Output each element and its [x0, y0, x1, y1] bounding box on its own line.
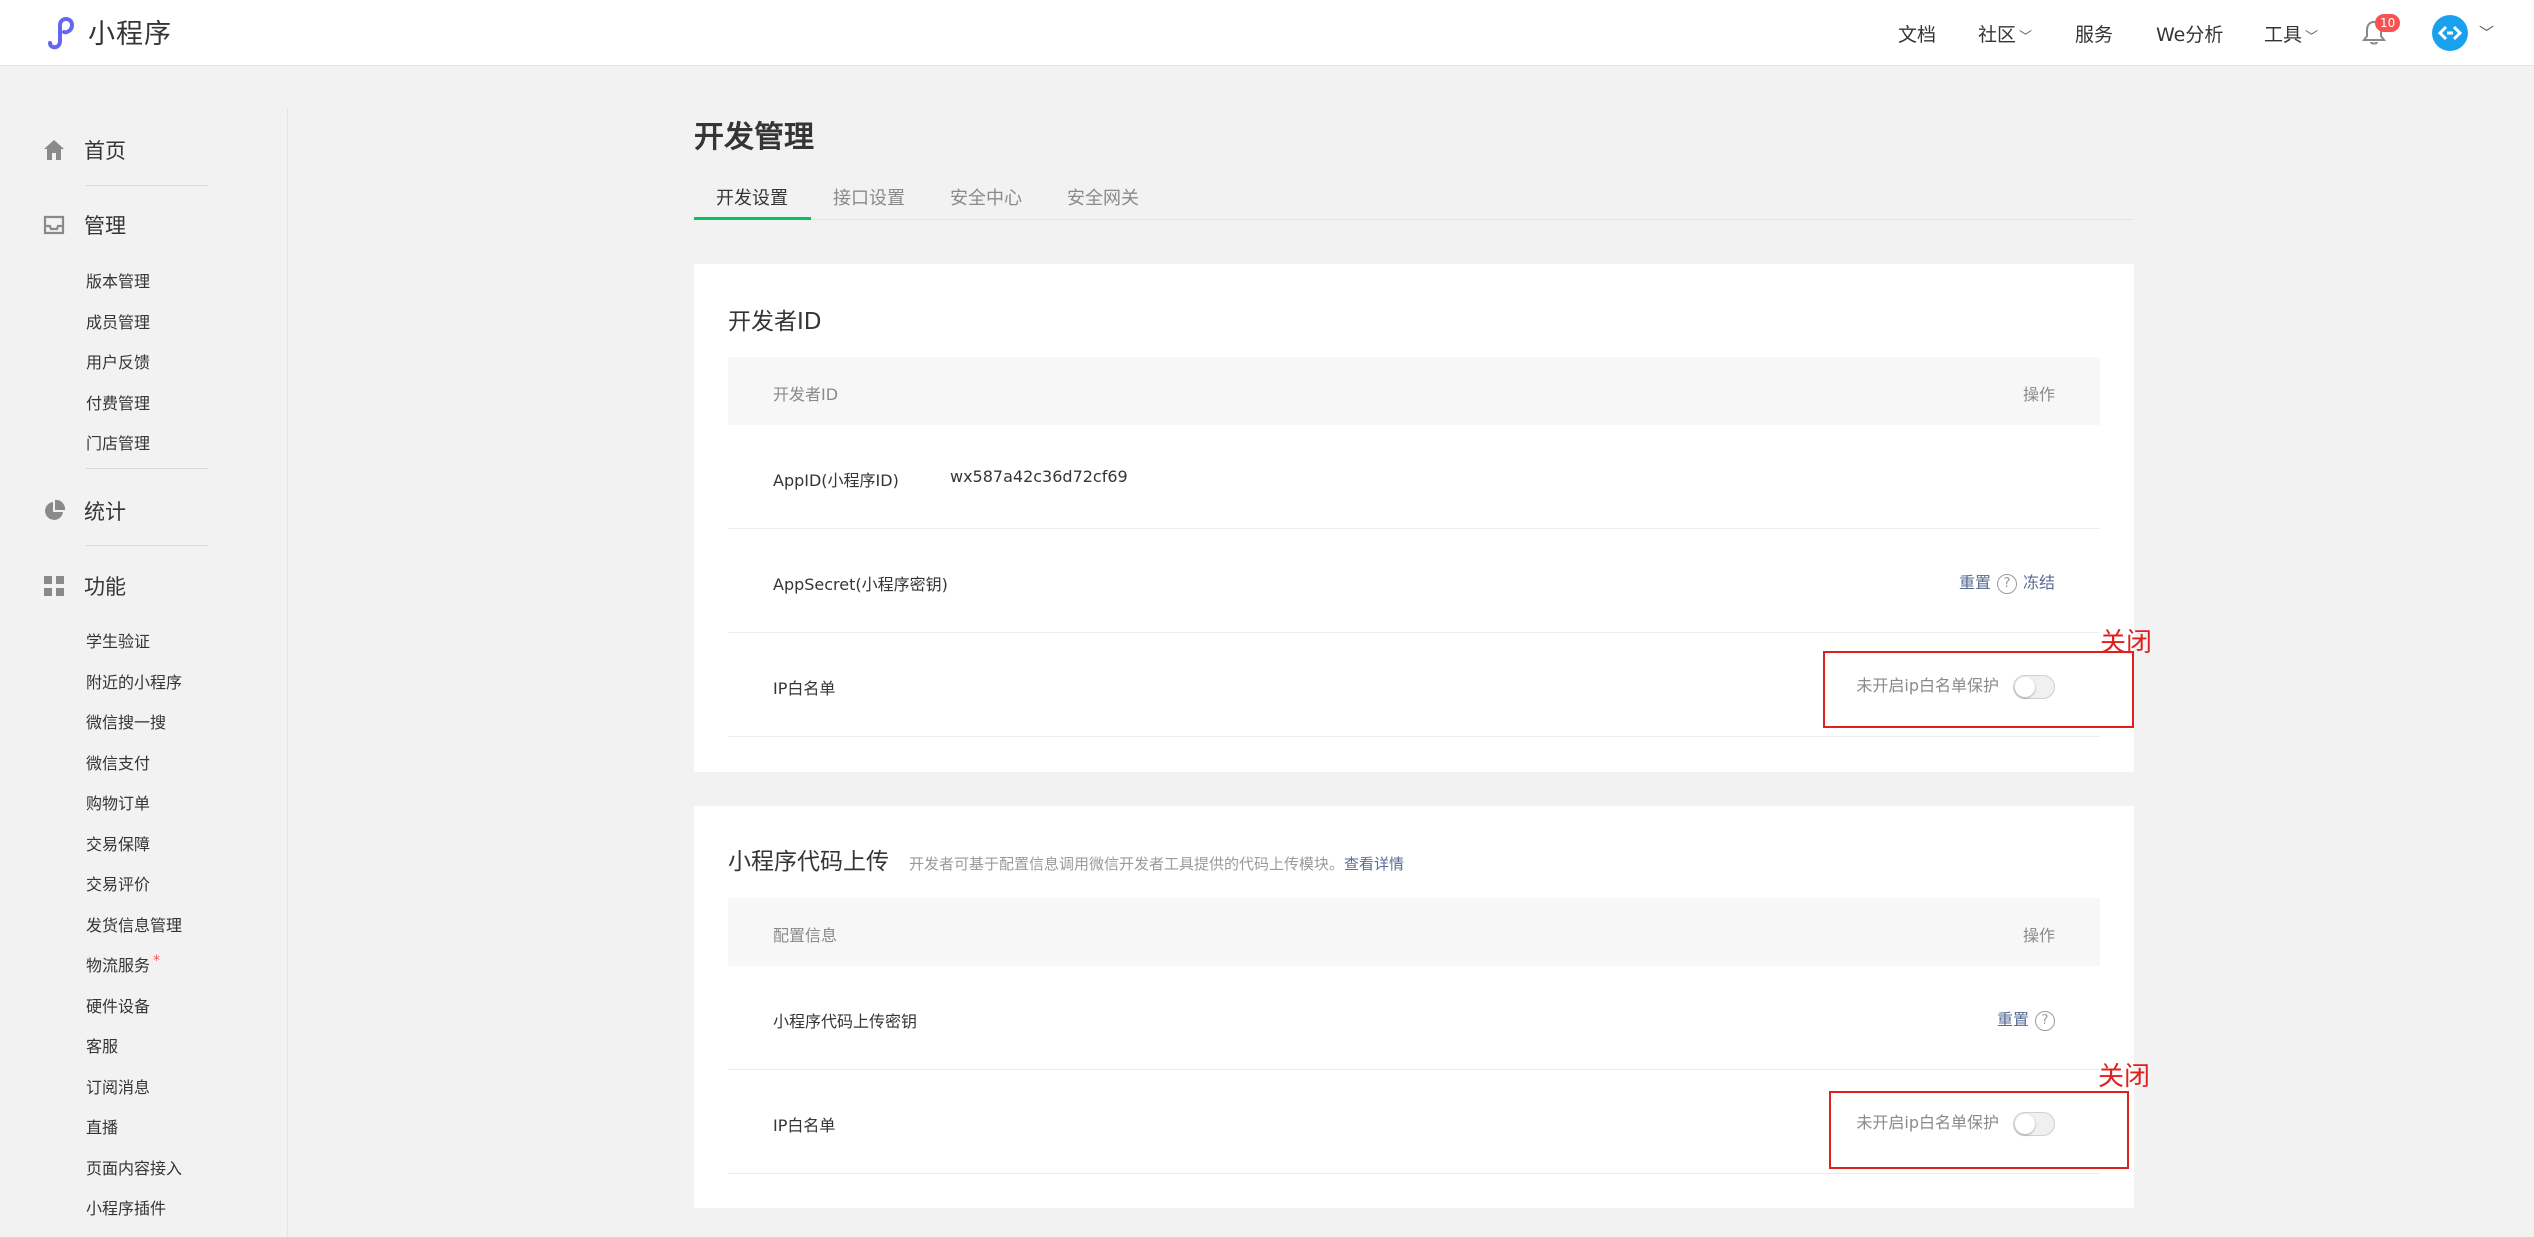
sidebar-item-version[interactable]: 版本管理 — [86, 268, 150, 292]
active-tab-indicator — [694, 217, 811, 220]
annotation-label: 关闭 — [2100, 628, 2153, 658]
sidebar-item-logistics-label: 物流服务 — [86, 956, 151, 975]
tab-api-settings[interactable]: 接口设置 — [833, 184, 905, 210]
tab-security-center[interactable]: 安全中心 — [950, 184, 1022, 210]
chevron-down-icon: ﹀ — [2305, 30, 2319, 45]
top-navbar: 小程序 文档 社区 ﹀ 服务 We分析 工具 ﹀ 10 ﹀ — [0, 0, 2534, 66]
sidebar-item-search[interactable]: 微信搜一搜 — [86, 709, 166, 733]
annotation-box — [1823, 651, 2134, 728]
logo-text: 小程序 — [88, 19, 172, 50]
upload-key-actions: 重置? — [1997, 1006, 2055, 1031]
help-icon[interactable]: ? — [2035, 1010, 2055, 1031]
upload-key-label: 小程序代码上传密钥 — [773, 1012, 918, 1031]
sidebar-stats[interactable]: 统计 — [42, 496, 126, 526]
nav-community-label: 社区 — [1978, 24, 2017, 46]
sidebar-item-trade-guarantee[interactable]: 交易保障 — [86, 831, 150, 855]
annotation-box — [1829, 1091, 2129, 1169]
table-row-upload-key: 小程序代码上传密钥 重置? — [728, 966, 2100, 1070]
sidebar-item-wechat-pay[interactable]: 微信支付 — [86, 750, 150, 774]
appsecret-label: AppSecret(小程序密钥) — [773, 575, 948, 594]
column-header-action: 操作 — [2022, 385, 2055, 404]
reset-link[interactable]: 重置 — [1997, 1010, 2029, 1029]
new-dot-marker: * — [153, 953, 161, 969]
sidebar-item-plugins[interactable]: 小程序插件 — [86, 1195, 166, 1219]
sidebar-item-members[interactable]: 成员管理 — [86, 309, 150, 333]
help-icon[interactable]: ? — [1996, 573, 2017, 594]
avatar-logo-icon — [2437, 25, 2463, 41]
nav-tools[interactable]: 工具 ﹀ — [2264, 20, 2318, 47]
sidebar-home[interactable]: 首页 — [42, 135, 126, 165]
column-header-id: 开发者ID — [773, 385, 839, 404]
sidebar-features[interactable]: 功能 — [42, 571, 126, 601]
nav-we-analytics[interactable]: We分析 — [2156, 20, 2223, 47]
sidebar-divider — [86, 468, 208, 469]
card-description-text: 开发者可基于配置信息调用微信开发者工具提供的代码上传模块。 — [909, 855, 1345, 873]
reset-link[interactable]: 重置 — [1959, 573, 1991, 592]
sidebar-item-hardware[interactable]: 硬件设备 — [86, 993, 150, 1017]
freeze-link[interactable]: 冻结 — [2023, 573, 2055, 592]
sidebar-stats-label: 统计 — [84, 500, 126, 524]
sidebar-item-page-content[interactable]: 页面内容接入 — [86, 1155, 182, 1179]
nav-docs[interactable]: 文档 — [1898, 20, 1936, 47]
view-details-link[interactable]: 查看详情 — [1344, 855, 1404, 873]
sidebar-manage-label: 管理 — [84, 214, 126, 238]
ip-whitelist-label: IP白名单 — [773, 1116, 836, 1135]
pie-chart-icon — [45, 499, 66, 520]
card-title: 开发者ID — [728, 309, 822, 335]
sidebar-item-logistics[interactable]: 物流服务 * — [86, 952, 160, 976]
tab-bar: 开发设置 接口设置 安全中心 安全网关 — [694, 180, 2134, 220]
nav-tools-label: 工具 — [2264, 24, 2303, 46]
notification-badge: 10 — [2375, 14, 2401, 32]
sidebar-features-label: 功能 — [84, 575, 126, 599]
nav-services[interactable]: 服务 — [2075, 20, 2113, 47]
sidebar-item-payment[interactable]: 付费管理 — [86, 390, 150, 414]
card-description: 开发者可基于配置信息调用微信开发者工具提供的代码上传模块。查看详情 — [909, 855, 1404, 873]
sidebar-item-customer-service[interactable]: 客服 — [86, 1033, 118, 1057]
table-row-appid: AppID(小程序ID) wx587a42c36d72cf69 — [728, 425, 2100, 529]
table-header: 开发者ID 操作 — [728, 357, 2100, 425]
nav-docs-label: 文档 — [1898, 24, 1937, 46]
sidebar-item-trade-review[interactable]: 交易评价 — [86, 871, 150, 895]
page-title: 开发管理 — [694, 120, 814, 155]
sidebar-divider — [86, 185, 208, 186]
sidebar-item-stores[interactable]: 门店管理 — [86, 430, 150, 454]
sidebar-item-nearby[interactable]: 附近的小程序 — [86, 669, 182, 693]
annotation-label: 关闭 — [2098, 1062, 2151, 1092]
nav-community[interactable]: 社区 ﹀ — [1978, 20, 2032, 47]
avatar[interactable] — [2432, 15, 2468, 51]
sidebar-manage[interactable]: 管理 — [42, 210, 126, 240]
sidebar-item-orders[interactable]: 购物订单 — [86, 790, 150, 814]
home-icon — [44, 140, 64, 160]
nav-services-label: 服务 — [2075, 24, 2114, 46]
sidebar-divider — [86, 545, 208, 546]
tab-dev-settings[interactable]: 开发设置 — [716, 184, 788, 210]
column-header-config: 配置信息 — [773, 926, 838, 945]
chevron-down-icon[interactable]: ﹀ — [2479, 22, 2494, 43]
card-title-text: 小程序代码上传 — [728, 849, 889, 875]
sidebar-home-label: 首页 — [84, 139, 126, 163]
sidebar-item-subscribe-msg[interactable]: 订阅消息 — [86, 1074, 150, 1098]
chevron-down-icon: ﹀ — [2019, 30, 2033, 45]
card-title: 小程序代码上传 开发者可基于配置信息调用微信开发者工具提供的代码上传模块。查看详情 — [728, 842, 1404, 876]
logo[interactable]: 小程序 — [42, 12, 172, 51]
ip-whitelist-label: IP白名单 — [773, 679, 836, 698]
miniprogram-logo-icon — [48, 16, 75, 49]
tab-security-gateway[interactable]: 安全网关 — [1067, 184, 1139, 210]
inbox-icon — [43, 215, 65, 235]
appid-value: wx587a42c36d72cf69 — [950, 467, 1128, 486]
table-header: 配置信息 操作 — [728, 898, 2100, 966]
grid-icon — [44, 576, 64, 596]
sidebar-item-live[interactable]: 直播 — [86, 1114, 118, 1138]
appid-label: AppID(小程序ID) — [773, 471, 899, 490]
column-header-action: 操作 — [2022, 926, 2055, 945]
appsecret-actions: 重置? 冻结 — [1959, 569, 2055, 594]
sidebar-item-student-verify[interactable]: 学生验证 — [86, 628, 150, 652]
sidebar-item-shipping-info[interactable]: 发货信息管理 — [86, 912, 182, 936]
table-row-appsecret: AppSecret(小程序密钥) 重置? 冻结 — [728, 529, 2100, 633]
sidebar-item-feedback[interactable]: 用户反馈 — [86, 349, 150, 373]
nav-we-analytics-label: We分析 — [2156, 24, 2224, 46]
